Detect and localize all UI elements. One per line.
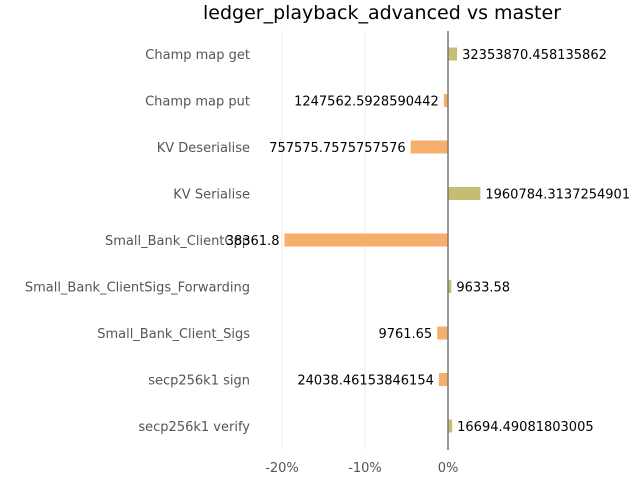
data-label: 24038.46153846154 — [297, 374, 433, 389]
category-label: Champ map put — [145, 95, 250, 110]
category-label: Small_Bank_Client_Sigs — [97, 327, 250, 342]
bar — [284, 233, 448, 247]
category-labels: Champ map get Champ map put KV Deserialise… — [25, 48, 250, 435]
data-label: 1960784.3137254901 — [485, 188, 630, 203]
data-label: 9761.65 — [378, 327, 432, 342]
chart-title: ledger_playback_advanced vs master — [203, 2, 561, 24]
data-label: 1247562.5928590442 — [294, 95, 439, 110]
data-label: 9633.58 — [456, 281, 510, 296]
data-label: 757575.7575757576 — [269, 141, 405, 156]
bar — [437, 326, 448, 340]
category-label: Champ map get — [145, 48, 250, 63]
bar — [448, 47, 458, 61]
category-label: Small_Bank_ClientSigs_Forwarding — [25, 281, 250, 296]
bar — [410, 140, 448, 154]
category-label: secp256k1 verify — [138, 420, 250, 435]
data-label: 38361.8 — [226, 234, 280, 249]
bar — [448, 187, 481, 200]
category-label: KV Serialise — [173, 188, 250, 203]
x-tick-labels: -20% -10% 0% — [265, 461, 458, 476]
chart: ledger_playback_advanced vs master Champ… — [25, 2, 630, 476]
category-label: KV Deserialise — [157, 141, 250, 156]
bar — [438, 373, 448, 386]
data-label: 16694.49081803005 — [457, 420, 593, 435]
x-tick-label: 0% — [438, 461, 459, 476]
data-label: 32353870.458135862 — [462, 48, 607, 63]
x-tick-label: -10% — [348, 461, 382, 476]
category-label: secp256k1 sign — [148, 374, 250, 389]
x-tick-label: -20% — [265, 461, 299, 476]
